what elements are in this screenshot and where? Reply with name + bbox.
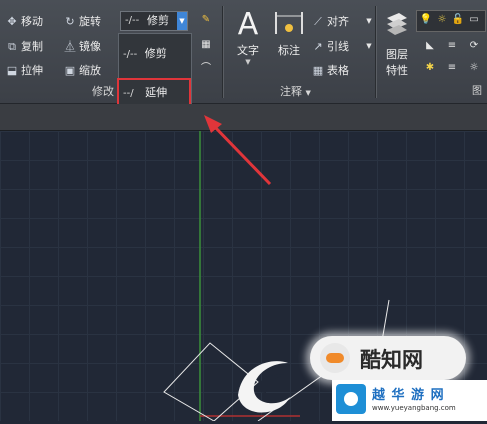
site-logo-icon (336, 384, 366, 414)
watermark-badge: 酷知网 (310, 336, 466, 380)
site-url: www.yueyangbang.com (372, 404, 456, 412)
watermark-brand: 酷知网 (360, 348, 423, 372)
watermark-badge-icon (320, 343, 350, 373)
watermark-logo (228, 347, 300, 421)
site-watermark: 越 华 游 网 www.yueyangbang.com (332, 380, 487, 421)
site-name: 越 华 游 网 (372, 388, 445, 403)
